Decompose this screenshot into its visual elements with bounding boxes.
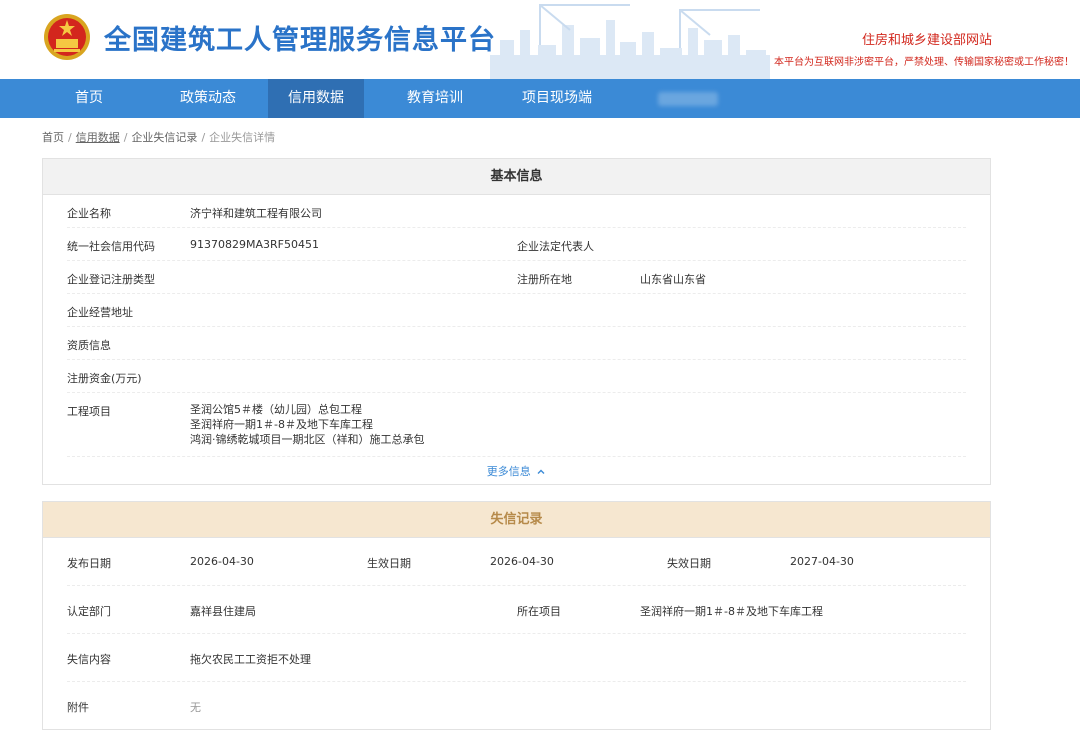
info-row: 企业经营地址: [67, 294, 966, 327]
content-value: 拖欠农民工工资拒不处理: [190, 653, 311, 666]
nav-policy[interactable]: 政策动态: [148, 79, 268, 118]
breadcrumb-dishonest-records[interactable]: 企业失信记录: [131, 131, 197, 144]
credit-record-title: 失信记录: [43, 502, 990, 538]
qualification-label: 资质信息: [67, 339, 111, 352]
effective-date-label: 生效日期: [367, 557, 411, 570]
credit-code-value: 91370829MA3RF50451: [190, 238, 319, 251]
breadcrumb: 首页 / 信用数据 / 企业失信记录 / 企业失信详情: [42, 131, 276, 144]
publish-date-label: 发布日期: [67, 557, 111, 570]
national-emblem-icon: [44, 14, 90, 60]
info-row: 认定部门 嘉祥县住建局 所在项目 圣润祥府一期1＃-8＃及地下车库工程: [67, 586, 966, 634]
breadcrumb-current: 企业失信详情: [209, 131, 276, 144]
info-row: 注册资金(万元): [67, 360, 966, 393]
nav-blurred-item: [658, 92, 718, 106]
attachment-label: 附件: [67, 701, 89, 714]
department-value: 嘉祥县住建局: [190, 605, 256, 618]
department-label: 认定部门: [67, 605, 111, 618]
chevron-up-icon: [537, 469, 545, 474]
nav-education[interactable]: 教育培训: [364, 79, 506, 118]
info-row: 资质信息: [67, 327, 966, 360]
publish-date-value: 2026-04-30: [190, 555, 254, 568]
company-name-value: 济宁祥和建筑工程有限公司: [190, 207, 322, 220]
content-label: 失信内容: [67, 653, 111, 666]
nav-credit-data[interactable]: 信用数据: [268, 79, 364, 118]
nav-project-site[interactable]: 项目现场端: [506, 79, 608, 118]
company-name-label: 企业名称: [67, 207, 111, 220]
info-row: 失信内容 拖欠农民工工资拒不处理: [67, 634, 966, 682]
info-row: 统一社会信用代码 91370829MA3RF50451 企业法定代表人: [67, 228, 966, 261]
project-item[interactable]: 圣润公馆5＃楼（幼儿园）总包工程: [190, 402, 425, 417]
project-item[interactable]: 圣润祥府一期1＃-8＃及地下车库工程: [190, 417, 425, 432]
address-label: 企业经营地址: [67, 306, 133, 319]
effective-date-value: 2026-04-30: [490, 555, 554, 568]
basic-info-title: 基本信息: [43, 159, 990, 195]
basic-info-panel: 基本信息 企业名称 济宁祥和建筑工程有限公司 统一社会信用代码 91370829…: [42, 158, 991, 485]
expire-date-value: 2027-04-30: [790, 555, 854, 568]
ministry-website-link[interactable]: 住房和城乡建设部网站: [862, 29, 992, 48]
site-title: 全国建筑工人管理服务信息平台: [104, 25, 496, 56]
credit-code-label: 统一社会信用代码: [67, 240, 155, 253]
more-info-toggle[interactable]: 更多信息: [43, 457, 990, 487]
project-label: 所在项目: [517, 605, 561, 618]
reg-place-label: 注册所在地: [517, 273, 572, 286]
credit-record-panel: 失信记录 发布日期 2026-04-30 生效日期 2026-04-30 失效日…: [42, 501, 991, 730]
reg-place-value: 山东省山东省: [640, 273, 706, 286]
legal-rep-label: 企业法定代表人: [517, 240, 594, 253]
projects-label: 工程项目: [67, 405, 111, 418]
breadcrumb-home[interactable]: 首页: [42, 131, 64, 144]
breadcrumb-credit-data[interactable]: 信用数据: [76, 131, 120, 144]
site-header: 全国建筑工人管理服务信息平台 住房和城乡建设部网站 本平台为互联网非涉密平台，严…: [0, 0, 1080, 79]
main-nav: 首页 政策动态 信用数据 教育培训 项目现场端: [0, 79, 1080, 118]
security-warning: 本平台为互联网非涉密平台，严禁处理、传输国家秘密或工作秘密！: [774, 57, 1074, 68]
reg-type-label: 企业登记注册类型: [67, 273, 155, 286]
capital-label: 注册资金(万元): [67, 372, 142, 385]
expire-date-label: 失效日期: [667, 557, 711, 570]
more-info-label: 更多信息: [486, 465, 531, 478]
project-value: 圣润祥府一期1＃-8＃及地下车库工程: [640, 605, 823, 618]
nav-home[interactable]: 首页: [30, 79, 148, 118]
info-row: 企业名称 济宁祥和建筑工程有限公司: [67, 195, 966, 228]
attachment-value: 无: [190, 701, 201, 714]
projects-list: 圣润公馆5＃楼（幼儿园）总包工程 圣润祥府一期1＃-8＃及地下车库工程 鸿润·锦…: [190, 402, 425, 447]
city-skyline-illustration: [490, 4, 770, 79]
info-row: 附件 无: [67, 682, 966, 730]
info-row: 发布日期 2026-04-30 生效日期 2026-04-30 失效日期 202…: [67, 538, 966, 586]
info-row: 工程项目 圣润公馆5＃楼（幼儿园）总包工程 圣润祥府一期1＃-8＃及地下车库工程…: [67, 393, 966, 457]
project-item[interactable]: 鸿润·锦绣乾城项目一期北区（祥和）施工总承包: [190, 432, 425, 447]
info-row: 企业登记注册类型 注册所在地 山东省山东省: [67, 261, 966, 294]
